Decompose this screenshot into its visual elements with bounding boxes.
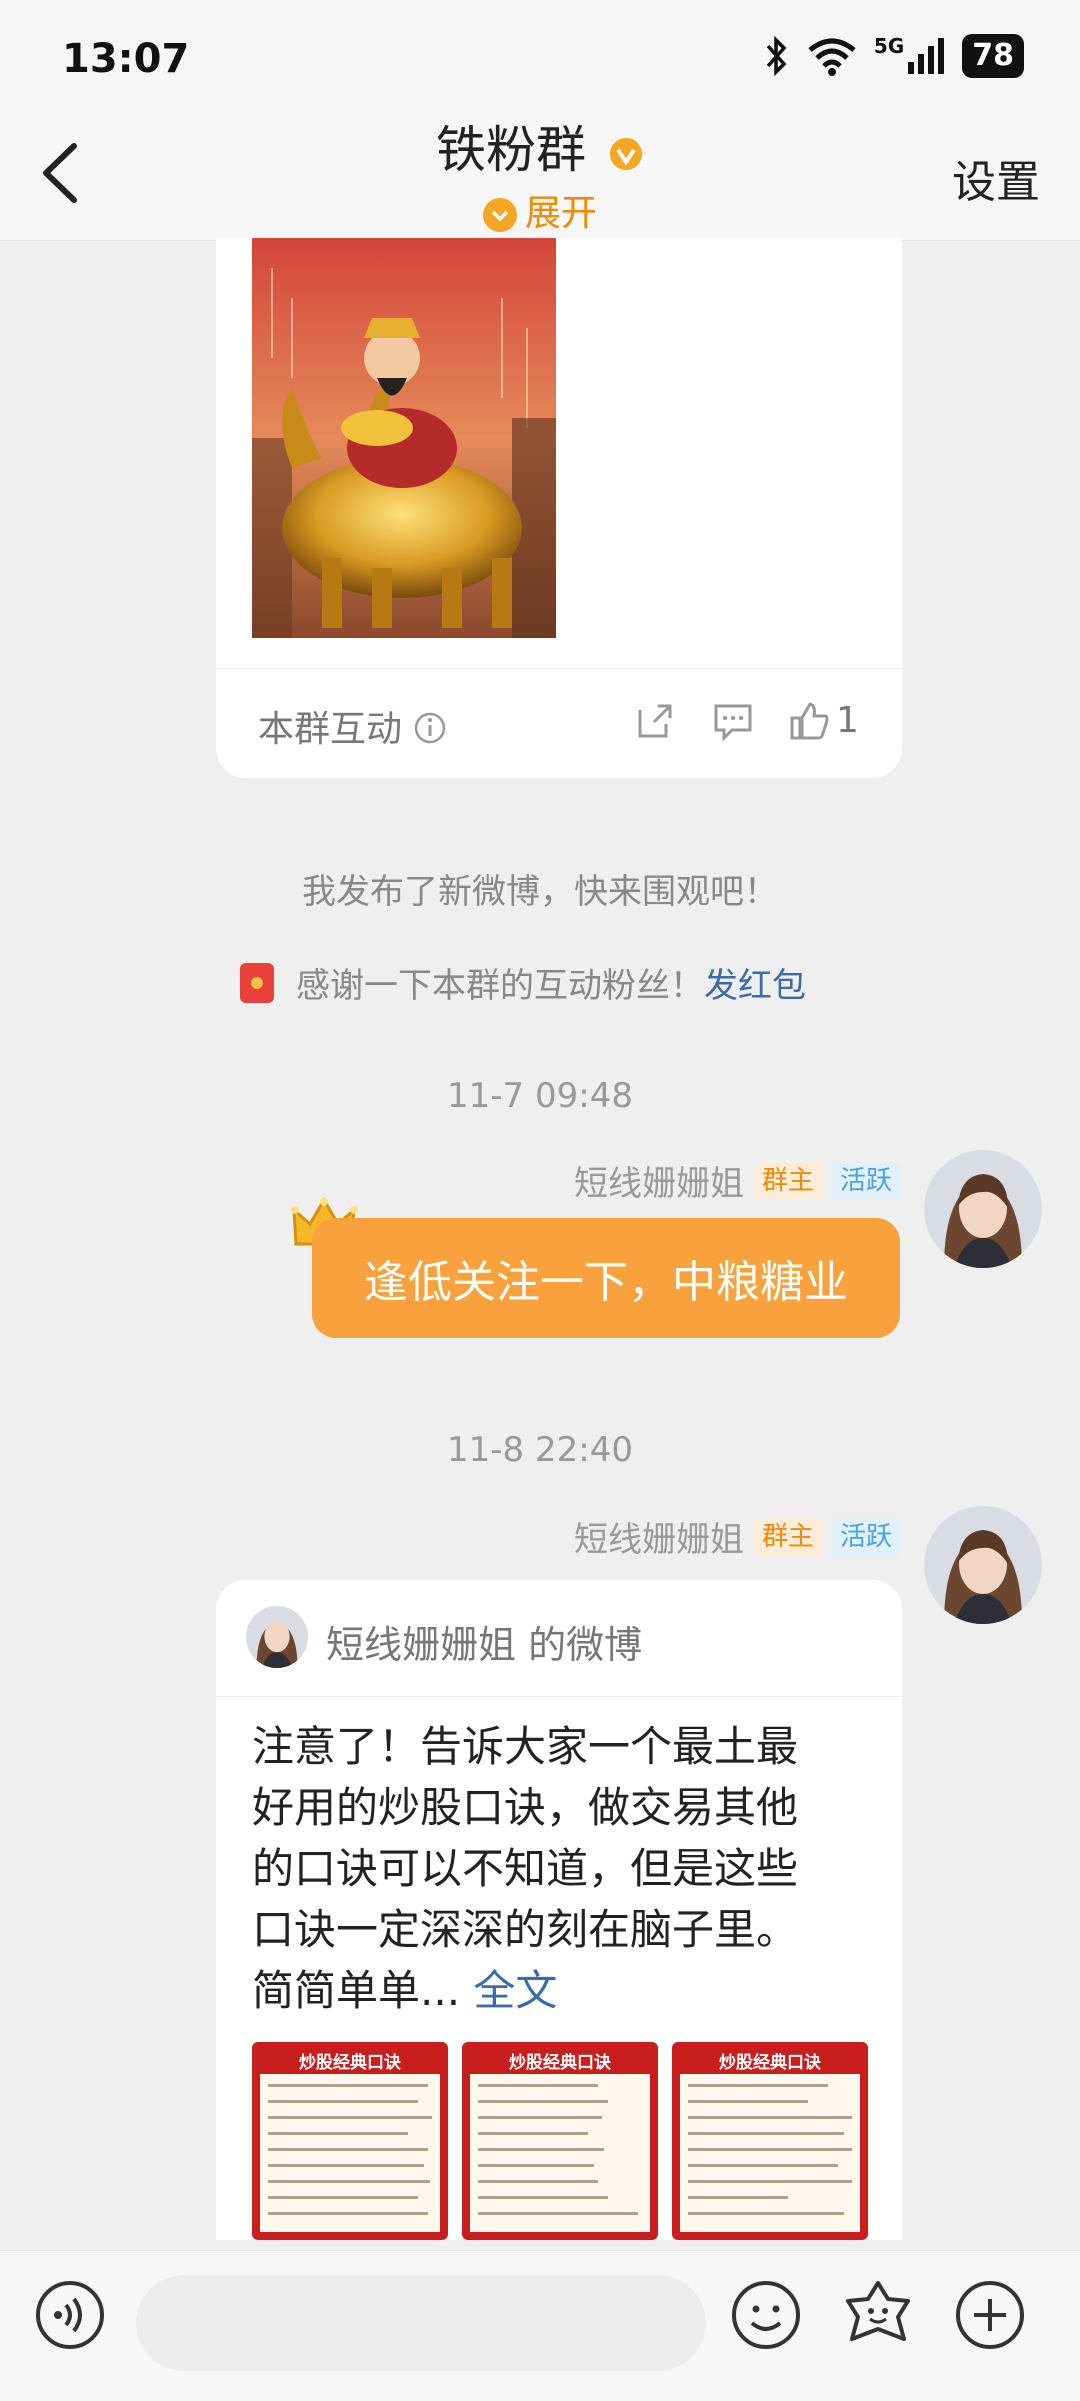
- owner-tag: 群主: [753, 1161, 822, 1200]
- like-count: 1: [836, 700, 859, 741]
- share-icon[interactable]: [634, 700, 676, 742]
- weibo-text-line: 好用的炒股口诀，做交易其他: [252, 1783, 799, 1832]
- comment-icon[interactable]: [712, 700, 754, 742]
- active-tag: 活跃: [831, 1161, 900, 1200]
- weibo-card-text: 注意了！告诉大家一个最土最 好用的炒股口诀，做交易其他 的口诀可以不知道，但是这…: [252, 1716, 872, 2021]
- message-bubble[interactable]: 逢低关注一下，中粮糖业: [312, 1218, 900, 1338]
- thumb-title: 炒股经典口诀: [299, 2053, 401, 2073]
- card-divider: [216, 668, 902, 669]
- emoji-icon[interactable]: [730, 2279, 802, 2351]
- signal-icon: [908, 38, 945, 74]
- plus-icon[interactable]: [954, 2279, 1026, 2351]
- battery-indicator: 78: [962, 34, 1024, 78]
- active-tag: 活跃: [831, 1517, 900, 1556]
- weibo-text-line: 的口诀可以不知道，但是这些: [252, 1844, 799, 1893]
- interaction-text: 本群互动: [258, 709, 403, 750]
- new-post-notice: 我发布了新微博，快来围观吧！: [302, 872, 778, 912]
- nav-bar: 铁粉群 展开 设置: [0, 100, 1080, 241]
- sender-row: 短线姗姗姐 群主 活跃: [574, 1512, 900, 1561]
- weibo-text-line: 简简单单... 全文: [252, 1960, 872, 2021]
- post-image[interactable]: [252, 238, 556, 638]
- send-red-packet-link[interactable]: 发红包: [704, 958, 806, 1007]
- thanks-text: 感谢一下本群的互动粉丝！: [296, 966, 704, 1006]
- weibo-image-thumb[interactable]: 炒股经典口诀: [672, 2042, 868, 2240]
- weibo-image-thumb[interactable]: 炒股经典口诀: [462, 2042, 658, 2240]
- like-icon[interactable]: [788, 700, 830, 742]
- chat-input-bar: [0, 2250, 1080, 2401]
- shared-post-card[interactable]: 本群互动 1: [216, 238, 902, 778]
- expand-button[interactable]: 展开: [0, 184, 1080, 236]
- chevron-down-icon: [482, 198, 517, 232]
- timestamp: 11-8 22:40: [447, 1430, 633, 1470]
- verified-badge-icon: [609, 137, 642, 170]
- thumb-title: 炒股经典口诀: [509, 2053, 611, 2073]
- voice-icon[interactable]: [34, 2279, 106, 2351]
- bluetooth-icon: [766, 36, 787, 76]
- avatar[interactable]: [924, 1150, 1042, 1268]
- sender-name[interactable]: 短线姗姗姐: [574, 1512, 744, 1561]
- avatar[interactable]: [924, 1506, 1042, 1624]
- settings-button[interactable]: 设置: [952, 146, 1040, 210]
- red-packet-icon: [240, 962, 274, 1003]
- full-text-link[interactable]: 全文: [473, 1966, 557, 2015]
- weibo-post-card[interactable]: 短线姗姗姐 的微博 注意了！告诉大家一个最土最 好用的炒股口诀，做交易其他 的口…: [216, 1580, 902, 2240]
- status-time: 13:07: [62, 36, 190, 82]
- group-name: 铁粉群: [436, 121, 587, 179]
- status-bar: 13:07 5G 78: [0, 0, 1080, 110]
- sender-name[interactable]: 短线姗姗姐: [574, 1156, 744, 1205]
- sender-row: 短线姗姗姐 群主 活跃: [574, 1156, 900, 1205]
- sticker-icon[interactable]: [842, 2279, 914, 2351]
- weibo-text-line: 注意了！告诉大家一个最土最: [252, 1722, 799, 1771]
- timestamp: 11-7 09:48: [447, 1076, 633, 1116]
- weibo-card-title: 短线姗姗姐 的微博: [326, 1623, 643, 1667]
- thumb-title: 炒股经典口诀: [719, 2053, 821, 2073]
- interaction-label[interactable]: 本群互动: [258, 700, 447, 752]
- info-icon: [415, 712, 446, 744]
- status-icons: 5G 78: [764, 34, 1024, 78]
- avatar: [246, 1606, 308, 1668]
- wifi-icon: [808, 38, 856, 76]
- expand-label: 展开: [524, 193, 597, 234]
- weibo-text-line: 口诀一定深深的刻在脑子里。: [252, 1905, 799, 1954]
- group-title: 铁粉群: [0, 110, 1080, 182]
- weibo-image-grid: 炒股经典口诀 炒股经典口诀 炒股经典口诀: [252, 2042, 868, 2240]
- message-input[interactable]: [136, 2275, 706, 2371]
- red-packet-notice: 感谢一下本群的互动粉丝！ 发红包: [240, 958, 806, 1007]
- network-label: 5G: [873, 34, 905, 58]
- weibo-text-truncated: 简简单单...: [252, 1966, 461, 2015]
- owner-tag: 群主: [753, 1517, 822, 1556]
- weibo-card-header: 短线姗姗姐 的微博: [216, 1580, 902, 1697]
- weibo-image-thumb[interactable]: 炒股经典口诀: [252, 2042, 448, 2240]
